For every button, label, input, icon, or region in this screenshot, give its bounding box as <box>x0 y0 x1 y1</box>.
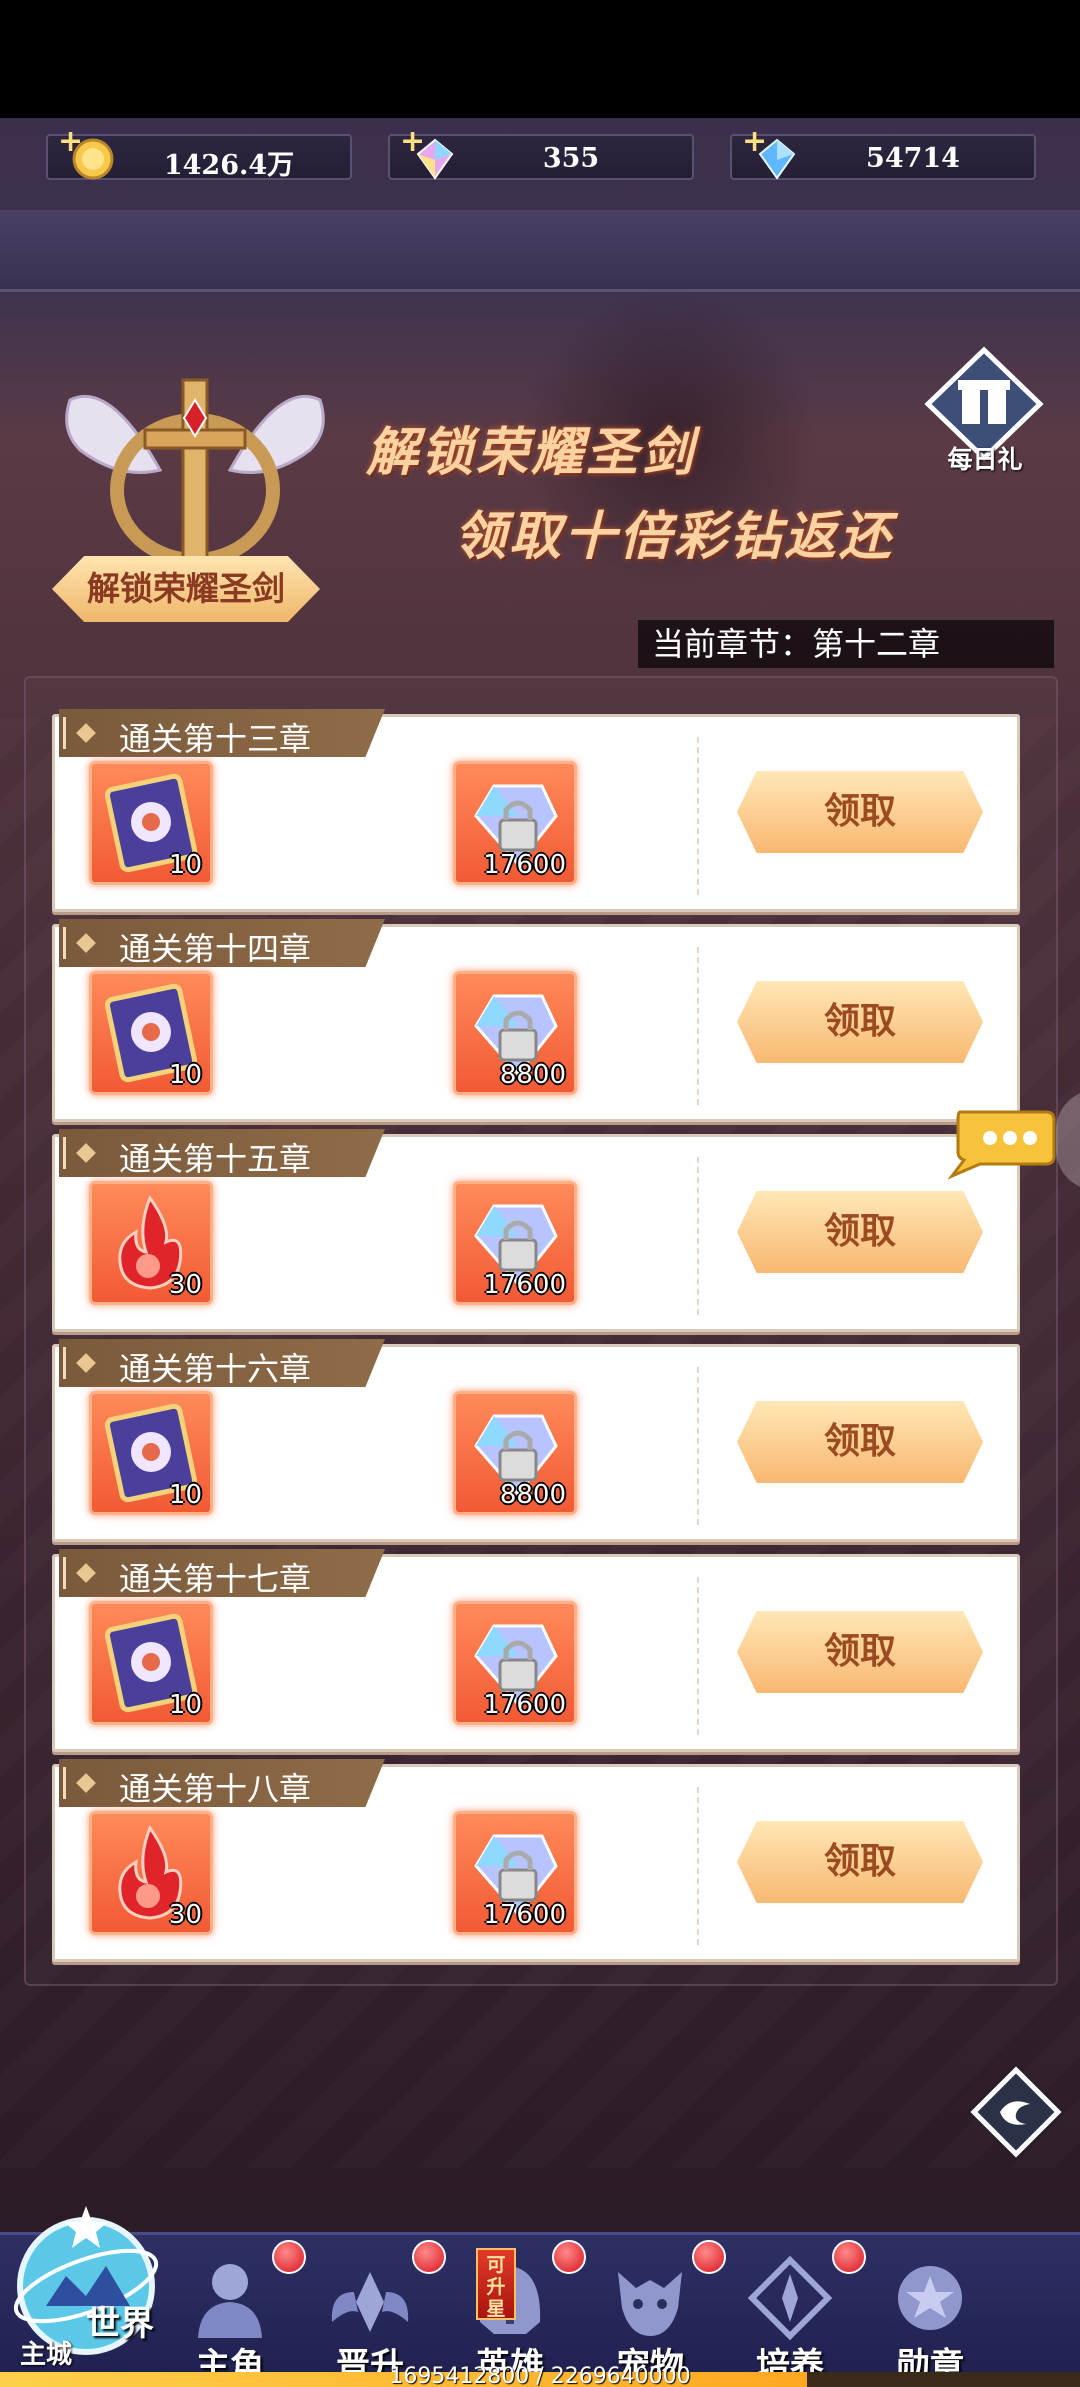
rainbow-diamond-amount: 355 <box>542 143 600 174</box>
item-quantity: 30 <box>168 1270 202 1300</box>
chapter-tag: 通关第十三章 <box>59 709 385 757</box>
chat-bubble-icon[interactable] <box>946 1106 1056 1180</box>
claim-button[interactable]: 领取 <box>737 981 983 1063</box>
item-quantity: 8800 <box>499 1480 566 1510</box>
tag-bar <box>63 1137 66 1169</box>
item-quantity: 10 <box>168 850 202 880</box>
slogan-line-1: 解锁荣耀圣剑 <box>366 422 697 483</box>
diamond-bullet-icon <box>76 723 96 743</box>
gold-coin-icon <box>72 138 114 180</box>
reward-item[interactable]: 17600 <box>453 761 577 885</box>
diamond-bullet-icon <box>76 1563 96 1583</box>
reward-card: 通关第十七章 10 17600 领取 <box>52 1549 1020 1752</box>
reward-title: 通关第十七章 <box>119 1560 312 1598</box>
reward-item[interactable]: 10 <box>89 1391 213 1515</box>
reward-item[interactable]: 10 <box>89 1601 213 1725</box>
item-quantity: 10 <box>168 1690 202 1720</box>
reward-item[interactable]: 17600 <box>453 1601 577 1725</box>
current-chapter: 当前章节：第十二章 <box>638 620 1054 668</box>
chapter-tag: 通关第十八章 <box>59 1759 385 1807</box>
diamond-bullet-icon <box>76 1353 96 1373</box>
reward-card: 通关第十四章 10 8800 领取 <box>52 919 1020 1122</box>
divider <box>697 1577 699 1735</box>
blue-diamond-amount: 54714 <box>866 143 960 174</box>
divider <box>697 1787 699 1945</box>
status-bar-area <box>0 0 1080 118</box>
reward-card: 通关第十三章 10 17600 领取 <box>52 709 1020 912</box>
daily-gift-label[interactable]: 每日礼 <box>930 440 1040 476</box>
diamond-bullet-icon <box>76 1773 96 1793</box>
pet-beast-icon <box>618 2272 682 2336</box>
claim-button[interactable]: 领取 <box>737 1611 983 1693</box>
divider <box>697 1367 699 1525</box>
emblem-label: 解锁荣耀圣剑 <box>52 556 320 622</box>
tag-bar <box>63 1557 66 1589</box>
gold-amount: 1426.4万 <box>163 150 295 181</box>
reward-title: 通关第十八章 <box>119 1770 312 1808</box>
currency-bar <box>0 210 1080 292</box>
training-compass-icon <box>747 2255 833 2341</box>
reward-card: 通关第十六章 10 8800 领取 <box>52 1339 1020 1542</box>
item-quantity: 10 <box>168 1480 202 1510</box>
reward-item[interactable]: 30 <box>89 1181 213 1305</box>
item-quantity: 17600 <box>483 1900 566 1930</box>
currency-gold[interactable]: + 1426.4万 <box>46 124 352 181</box>
currency-rainbow-diamond[interactable]: + 355 <box>388 124 694 180</box>
reward-title: 通关第十五章 <box>119 1140 312 1178</box>
reward-item[interactable]: 17600 <box>453 1811 577 1935</box>
nav-world-label[interactable]: 世界 <box>86 2296 154 2345</box>
reward-card: 通关第十五章 30 17600 领取 <box>52 1129 1020 1332</box>
divider <box>697 947 699 1105</box>
reward-item[interactable]: 10 <box>89 761 213 885</box>
item-quantity: 17600 <box>483 1270 566 1300</box>
experience-text: 1695412800 / 2269640000 <box>389 2364 691 2387</box>
tag-bar <box>63 927 66 959</box>
chapter-tag: 通关第十五章 <box>59 1129 385 1177</box>
tag-bar <box>63 717 66 749</box>
diamond-bullet-icon <box>76 1143 96 1163</box>
reward-title: 通关第十三章 <box>119 720 312 758</box>
promotion-wings-icon <box>331 2272 409 2332</box>
reward-item[interactable]: 8800 <box>453 971 577 1095</box>
reward-card: 通关第十八章 30 17600 领取 <box>52 1759 1020 1962</box>
reward-item[interactable]: 30 <box>89 1811 213 1935</box>
claim-button[interactable]: 领取 <box>737 771 983 853</box>
swirl-switch-icon[interactable] <box>970 2066 1062 2158</box>
reward-item[interactable]: 8800 <box>453 1391 577 1515</box>
chapter-tag: 通关第十七章 <box>59 1549 385 1597</box>
item-quantity: 30 <box>168 1900 202 1930</box>
divider <box>697 737 699 895</box>
reward-title: 通关第十四章 <box>119 930 312 968</box>
claim-button[interactable]: 领取 <box>737 1821 983 1903</box>
slogan-line-2: 领取十倍彩钻返还 <box>454 506 895 567</box>
chapter-tag: 通关第十六章 <box>59 1339 385 1387</box>
item-quantity: 17600 <box>483 850 566 880</box>
claim-button[interactable]: 领取 <box>737 1191 983 1273</box>
medal-icon <box>898 2266 962 2330</box>
hero-bust-icon <box>198 2264 262 2338</box>
reward-title: 通关第十六章 <box>119 1350 312 1388</box>
item-quantity: 17600 <box>483 1690 566 1720</box>
reward-item[interactable]: 10 <box>89 971 213 1095</box>
upgrade-star-badge: 可升星 <box>476 2248 516 2320</box>
item-quantity: 10 <box>168 1060 202 1090</box>
claim-button[interactable]: 领取 <box>737 1401 983 1483</box>
tag-bar <box>63 1767 66 1799</box>
divider <box>697 1157 699 1315</box>
nav-item-5[interactable]: 勋章 <box>860 2242 1000 2386</box>
currency-blue-diamond[interactable]: + 54714 <box>730 124 1036 180</box>
chapter-tag: 通关第十四章 <box>59 919 385 967</box>
reward-item[interactable]: 17600 <box>453 1181 577 1305</box>
tag-bar <box>63 1347 66 1379</box>
blue-diamond-icon <box>758 138 796 180</box>
diamond-bullet-icon <box>76 933 96 953</box>
item-quantity: 8800 <box>499 1060 566 1090</box>
rainbow-diamond-icon <box>416 138 454 180</box>
